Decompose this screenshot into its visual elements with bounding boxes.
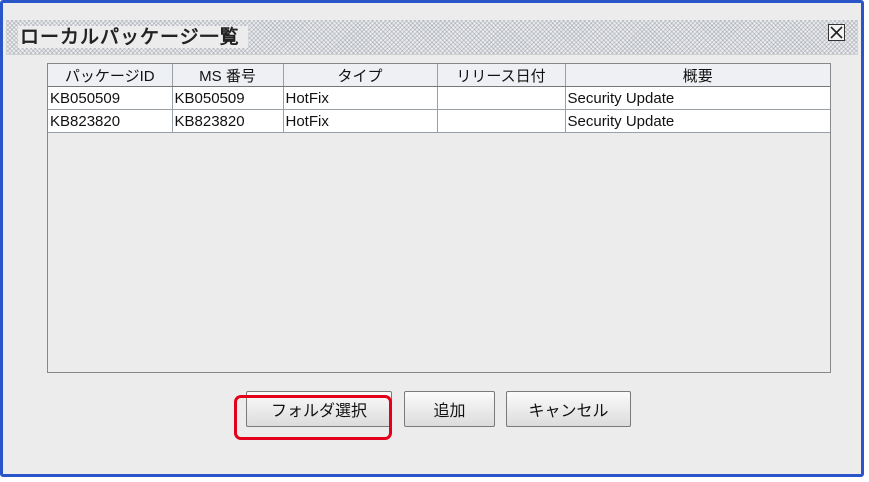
add-button[interactable]: 追加 xyxy=(404,391,495,427)
table-row[interactable]: KB823820 KB823820 HotFix Security Update xyxy=(48,109,830,133)
title-bar[interactable]: ローカルパッケージ一覧 xyxy=(6,20,858,55)
close-icon xyxy=(830,26,843,39)
table-header-row: パッケージID MS 番号 タイプ リリース日付 概要 xyxy=(48,64,830,87)
cell-type: HotFix xyxy=(282,86,438,110)
cell-release-date xyxy=(436,86,566,110)
dialog-title: ローカルパッケージ一覧 xyxy=(18,26,248,48)
close-button[interactable] xyxy=(828,24,845,41)
cell-ms-number: KB823820 xyxy=(171,109,284,133)
column-header-package-id[interactable]: パッケージID xyxy=(48,64,173,87)
cell-release-date xyxy=(436,109,566,133)
column-header-ms-number[interactable]: MS 番号 xyxy=(171,64,284,87)
column-header-type[interactable]: タイプ xyxy=(282,64,438,87)
column-header-release-date[interactable]: リリース日付 xyxy=(436,64,566,87)
cell-package-id: KB050509 xyxy=(48,86,173,110)
cell-ms-number: KB050509 xyxy=(171,86,284,110)
highlight-annotation xyxy=(234,395,392,440)
cell-summary: Security Update xyxy=(564,86,830,110)
cell-package-id: KB823820 xyxy=(48,109,173,133)
table-row[interactable]: KB050509 KB050509 HotFix Security Update xyxy=(48,86,830,110)
cell-type: HotFix xyxy=(282,109,438,133)
package-table[interactable]: パッケージID MS 番号 タイプ リリース日付 概要 KB050509 KB0… xyxy=(47,63,831,373)
cancel-button[interactable]: キャンセル xyxy=(506,391,631,427)
column-header-summary[interactable]: 概要 xyxy=(564,64,830,87)
cell-summary: Security Update xyxy=(564,109,830,133)
